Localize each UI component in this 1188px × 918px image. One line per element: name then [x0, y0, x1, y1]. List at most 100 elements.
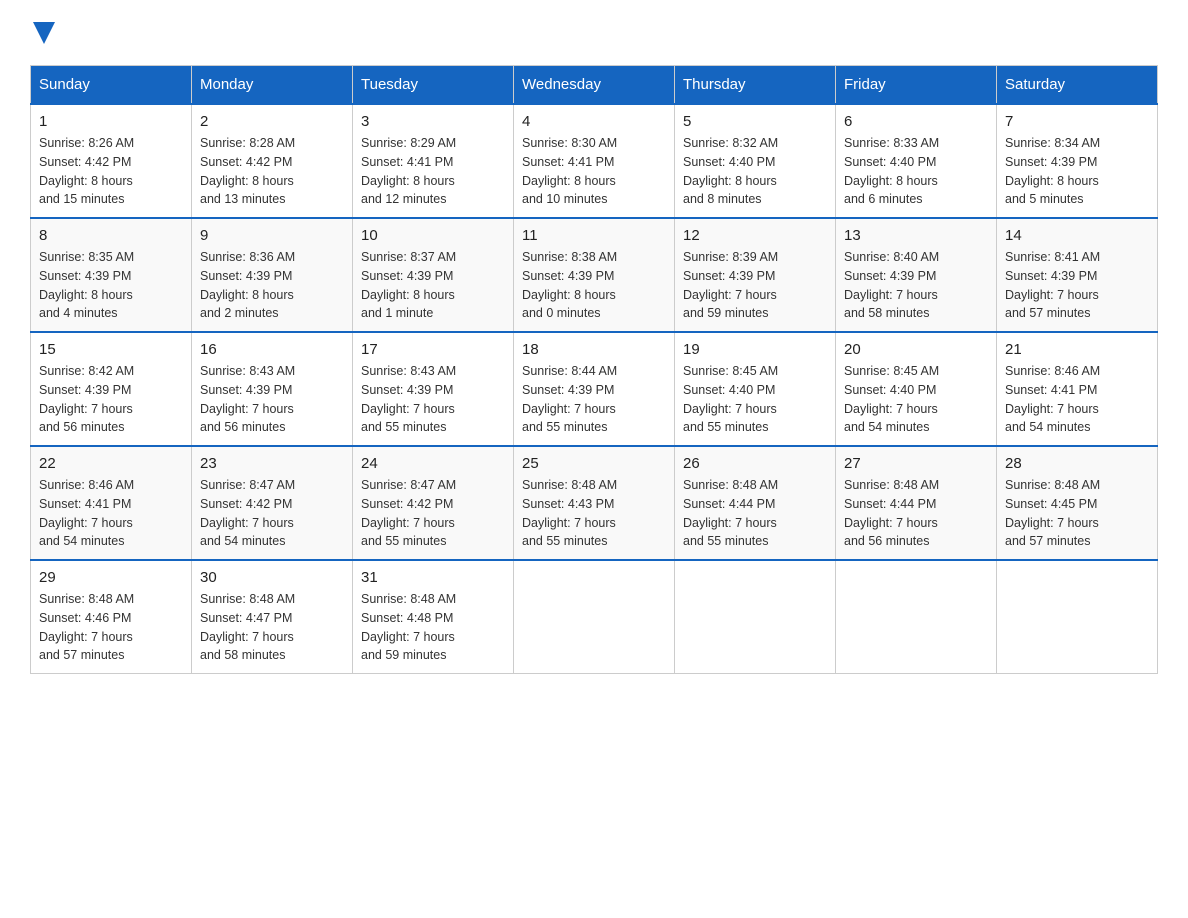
calendar-cell: 12 Sunrise: 8:39 AM Sunset: 4:39 PM Dayl… — [675, 218, 836, 332]
logo — [30, 20, 55, 45]
day-info: Sunrise: 8:48 AM Sunset: 4:44 PM Dayligh… — [844, 476, 988, 551]
calendar-cell: 11 Sunrise: 8:38 AM Sunset: 4:39 PM Dayl… — [514, 218, 675, 332]
calendar-cell: 3 Sunrise: 8:29 AM Sunset: 4:41 PM Dayli… — [353, 104, 514, 218]
day-info: Sunrise: 8:43 AM Sunset: 4:39 PM Dayligh… — [361, 362, 505, 437]
day-info: Sunrise: 8:38 AM Sunset: 4:39 PM Dayligh… — [522, 248, 666, 323]
day-info: Sunrise: 8:44 AM Sunset: 4:39 PM Dayligh… — [522, 362, 666, 437]
weekday-header-sunday: Sunday — [31, 66, 192, 105]
calendar-cell: 31 Sunrise: 8:48 AM Sunset: 4:48 PM Dayl… — [353, 560, 514, 674]
weekday-header-thursday: Thursday — [675, 66, 836, 105]
calendar-cell: 19 Sunrise: 8:45 AM Sunset: 4:40 PM Dayl… — [675, 332, 836, 446]
day-number: 28 — [1005, 455, 1149, 472]
day-info: Sunrise: 8:33 AM Sunset: 4:40 PM Dayligh… — [844, 134, 988, 209]
day-number: 4 — [522, 113, 666, 130]
day-number: 6 — [844, 113, 988, 130]
calendar-cell: 2 Sunrise: 8:28 AM Sunset: 4:42 PM Dayli… — [192, 104, 353, 218]
calendar-cell — [675, 560, 836, 674]
calendar-cell: 18 Sunrise: 8:44 AM Sunset: 4:39 PM Dayl… — [514, 332, 675, 446]
day-info: Sunrise: 8:34 AM Sunset: 4:39 PM Dayligh… — [1005, 134, 1149, 209]
day-number: 21 — [1005, 341, 1149, 358]
calendar-cell: 13 Sunrise: 8:40 AM Sunset: 4:39 PM Dayl… — [836, 218, 997, 332]
calendar-week-row: 22 Sunrise: 8:46 AM Sunset: 4:41 PM Dayl… — [31, 446, 1158, 560]
day-number: 22 — [39, 455, 183, 472]
day-number: 16 — [200, 341, 344, 358]
day-info: Sunrise: 8:45 AM Sunset: 4:40 PM Dayligh… — [844, 362, 988, 437]
calendar-cell: 24 Sunrise: 8:47 AM Sunset: 4:42 PM Dayl… — [353, 446, 514, 560]
calendar-cell: 6 Sunrise: 8:33 AM Sunset: 4:40 PM Dayli… — [836, 104, 997, 218]
calendar-week-row: 8 Sunrise: 8:35 AM Sunset: 4:39 PM Dayli… — [31, 218, 1158, 332]
day-number: 13 — [844, 227, 988, 244]
day-number: 10 — [361, 227, 505, 244]
day-number: 29 — [39, 569, 183, 586]
day-info: Sunrise: 8:35 AM Sunset: 4:39 PM Dayligh… — [39, 248, 183, 323]
calendar-cell: 22 Sunrise: 8:46 AM Sunset: 4:41 PM Dayl… — [31, 446, 192, 560]
day-number: 9 — [200, 227, 344, 244]
logo-arrow-icon — [33, 22, 55, 44]
calendar-cell: 8 Sunrise: 8:35 AM Sunset: 4:39 PM Dayli… — [31, 218, 192, 332]
day-info: Sunrise: 8:39 AM Sunset: 4:39 PM Dayligh… — [683, 248, 827, 323]
weekday-header-monday: Monday — [192, 66, 353, 105]
calendar-week-row: 1 Sunrise: 8:26 AM Sunset: 4:42 PM Dayli… — [31, 104, 1158, 218]
day-info: Sunrise: 8:43 AM Sunset: 4:39 PM Dayligh… — [200, 362, 344, 437]
calendar-cell: 10 Sunrise: 8:37 AM Sunset: 4:39 PM Dayl… — [353, 218, 514, 332]
day-number: 24 — [361, 455, 505, 472]
day-number: 11 — [522, 227, 666, 244]
day-info: Sunrise: 8:36 AM Sunset: 4:39 PM Dayligh… — [200, 248, 344, 323]
calendar-cell — [997, 560, 1158, 674]
day-info: Sunrise: 8:48 AM Sunset: 4:48 PM Dayligh… — [361, 590, 505, 665]
calendar-cell: 5 Sunrise: 8:32 AM Sunset: 4:40 PM Dayli… — [675, 104, 836, 218]
calendar-cell: 1 Sunrise: 8:26 AM Sunset: 4:42 PM Dayli… — [31, 104, 192, 218]
calendar-cell — [514, 560, 675, 674]
day-number: 25 — [522, 455, 666, 472]
weekday-header-row: SundayMondayTuesdayWednesdayThursdayFrid… — [31, 66, 1158, 105]
day-number: 20 — [844, 341, 988, 358]
day-number: 19 — [683, 341, 827, 358]
day-number: 15 — [39, 341, 183, 358]
day-info: Sunrise: 8:29 AM Sunset: 4:41 PM Dayligh… — [361, 134, 505, 209]
day-info: Sunrise: 8:48 AM Sunset: 4:44 PM Dayligh… — [683, 476, 827, 551]
weekday-header-saturday: Saturday — [997, 66, 1158, 105]
calendar-cell: 9 Sunrise: 8:36 AM Sunset: 4:39 PM Dayli… — [192, 218, 353, 332]
day-info: Sunrise: 8:26 AM Sunset: 4:42 PM Dayligh… — [39, 134, 183, 209]
page-header — [30, 20, 1158, 45]
day-info: Sunrise: 8:46 AM Sunset: 4:41 PM Dayligh… — [1005, 362, 1149, 437]
day-info: Sunrise: 8:47 AM Sunset: 4:42 PM Dayligh… — [361, 476, 505, 551]
day-number: 14 — [1005, 227, 1149, 244]
calendar-week-row: 15 Sunrise: 8:42 AM Sunset: 4:39 PM Dayl… — [31, 332, 1158, 446]
day-number: 1 — [39, 113, 183, 130]
day-number: 2 — [200, 113, 344, 130]
day-number: 18 — [522, 341, 666, 358]
day-number: 8 — [39, 227, 183, 244]
calendar-cell: 15 Sunrise: 8:42 AM Sunset: 4:39 PM Dayl… — [31, 332, 192, 446]
day-number: 5 — [683, 113, 827, 130]
calendar-cell: 27 Sunrise: 8:48 AM Sunset: 4:44 PM Dayl… — [836, 446, 997, 560]
calendar-week-row: 29 Sunrise: 8:48 AM Sunset: 4:46 PM Dayl… — [31, 560, 1158, 674]
day-number: 31 — [361, 569, 505, 586]
calendar-cell: 20 Sunrise: 8:45 AM Sunset: 4:40 PM Dayl… — [836, 332, 997, 446]
calendar-cell: 21 Sunrise: 8:46 AM Sunset: 4:41 PM Dayl… — [997, 332, 1158, 446]
day-info: Sunrise: 8:48 AM Sunset: 4:46 PM Dayligh… — [39, 590, 183, 665]
day-number: 26 — [683, 455, 827, 472]
calendar-table: SundayMondayTuesdayWednesdayThursdayFrid… — [30, 65, 1158, 674]
weekday-header-friday: Friday — [836, 66, 997, 105]
day-info: Sunrise: 8:48 AM Sunset: 4:47 PM Dayligh… — [200, 590, 344, 665]
calendar-cell — [836, 560, 997, 674]
day-info: Sunrise: 8:30 AM Sunset: 4:41 PM Dayligh… — [522, 134, 666, 209]
weekday-header-tuesday: Tuesday — [353, 66, 514, 105]
day-info: Sunrise: 8:47 AM Sunset: 4:42 PM Dayligh… — [200, 476, 344, 551]
day-number: 23 — [200, 455, 344, 472]
day-info: Sunrise: 8:37 AM Sunset: 4:39 PM Dayligh… — [361, 248, 505, 323]
day-number: 27 — [844, 455, 988, 472]
day-info: Sunrise: 8:40 AM Sunset: 4:39 PM Dayligh… — [844, 248, 988, 323]
calendar-cell: 30 Sunrise: 8:48 AM Sunset: 4:47 PM Dayl… — [192, 560, 353, 674]
calendar-cell: 28 Sunrise: 8:48 AM Sunset: 4:45 PM Dayl… — [997, 446, 1158, 560]
calendar-cell: 14 Sunrise: 8:41 AM Sunset: 4:39 PM Dayl… — [997, 218, 1158, 332]
day-info: Sunrise: 8:42 AM Sunset: 4:39 PM Dayligh… — [39, 362, 183, 437]
calendar-cell: 25 Sunrise: 8:48 AM Sunset: 4:43 PM Dayl… — [514, 446, 675, 560]
day-info: Sunrise: 8:46 AM Sunset: 4:41 PM Dayligh… — [39, 476, 183, 551]
calendar-cell: 23 Sunrise: 8:47 AM Sunset: 4:42 PM Dayl… — [192, 446, 353, 560]
calendar-cell: 17 Sunrise: 8:43 AM Sunset: 4:39 PM Dayl… — [353, 332, 514, 446]
day-number: 30 — [200, 569, 344, 586]
day-info: Sunrise: 8:45 AM Sunset: 4:40 PM Dayligh… — [683, 362, 827, 437]
day-number: 12 — [683, 227, 827, 244]
